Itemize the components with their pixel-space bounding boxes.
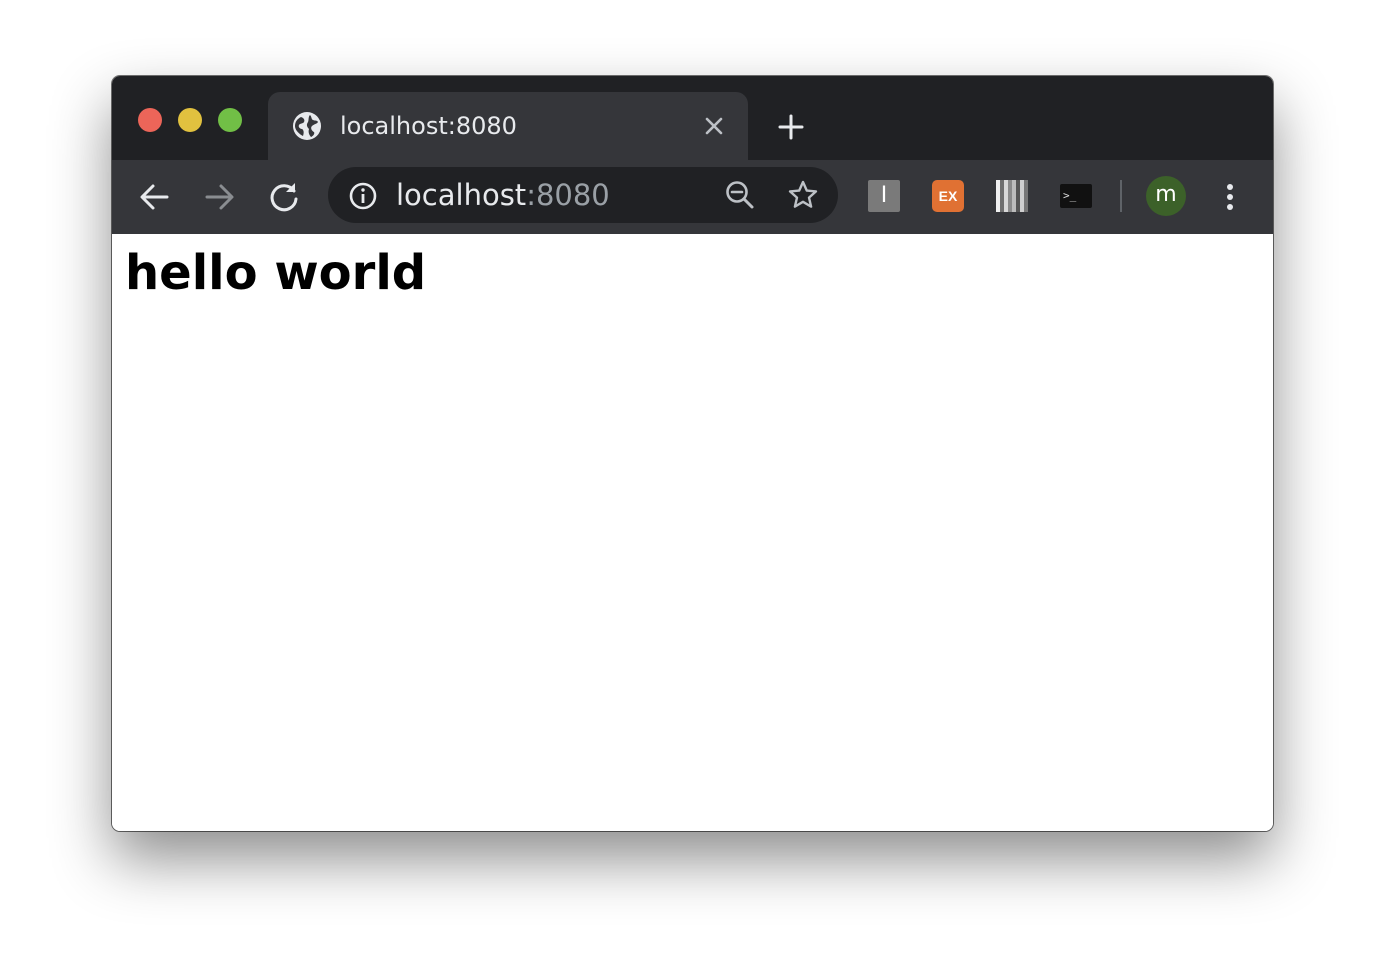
window-minimize-button[interactable] [178, 108, 202, 132]
url-host: localhost [396, 178, 527, 212]
profile-avatar[interactable]: m [1146, 176, 1186, 216]
browser-window: localhost:8080 localhost:8080 I EX >_ m … [112, 76, 1273, 831]
extension-i-button[interactable]: I [868, 180, 900, 212]
kebab-menu-icon[interactable] [1218, 178, 1242, 216]
toolbar: localhost:8080 I EX >_ m [112, 160, 1273, 234]
tab-strip: localhost:8080 [112, 76, 1273, 160]
address-bar[interactable]: localhost:8080 [328, 167, 838, 223]
info-icon[interactable] [348, 181, 378, 211]
extension-ex-button[interactable]: EX [932, 180, 964, 212]
back-button[interactable] [136, 178, 174, 216]
reload-icon [270, 183, 298, 212]
globe-icon [292, 111, 322, 141]
barcode-icon [996, 180, 1028, 212]
bookmark-star-icon[interactable] [787, 179, 819, 211]
extension-ex-label: EX [938, 188, 958, 204]
window-close-button[interactable] [138, 108, 162, 132]
zoom-out-icon[interactable] [724, 179, 756, 211]
reload-button[interactable] [265, 178, 303, 216]
url-text[interactable]: localhost:8080 [396, 177, 610, 213]
back-arrow-icon [140, 184, 169, 210]
extension-i-label: I [880, 183, 888, 208]
page-heading: hello world [125, 245, 427, 301]
extension-bars-button[interactable] [996, 180, 1028, 212]
forward-arrow-icon [205, 184, 234, 210]
avatar-initial: m [1155, 182, 1177, 207]
page-viewport: hello world [112, 234, 1273, 831]
extension-terminal-button[interactable]: >_ [1060, 184, 1092, 208]
tab-active[interactable]: localhost:8080 [268, 92, 748, 160]
tab-close-button[interactable] [702, 114, 726, 138]
new-tab-button[interactable] [776, 112, 806, 142]
toolbar-divider [1120, 180, 1122, 212]
extension-terminal-label: >_ [1063, 189, 1077, 202]
forward-button[interactable] [200, 178, 238, 216]
window-maximize-button[interactable] [218, 108, 242, 132]
tab-title: localhost:8080 [340, 112, 517, 140]
url-port: :8080 [526, 178, 610, 212]
